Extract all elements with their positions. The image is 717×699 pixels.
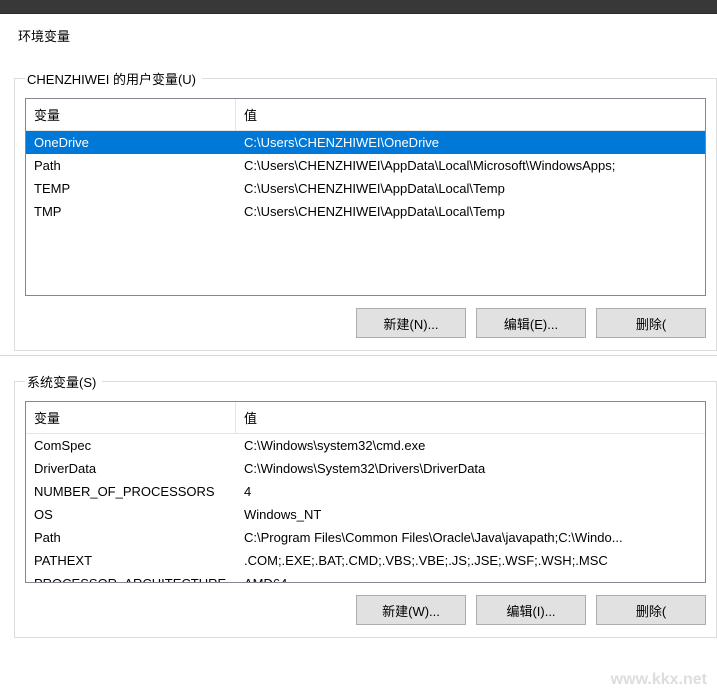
user-list-body: OneDriveC:\Users\CHENZHIWEI\OneDrivePath… — [26, 131, 705, 223]
table-row[interactable]: DriverDataC:\Windows\System32\Drivers\Dr… — [26, 457, 705, 480]
user-variables-group: CHENZHIWEI 的用户变量(U) 变量 值 OneDriveC:\User… — [14, 69, 717, 351]
system-list-header: 变量 值 — [26, 402, 705, 434]
window-titlebar — [0, 0, 717, 14]
system-variables-label: 系统变量(S) — [25, 372, 102, 391]
cell-variable: OneDrive — [26, 131, 236, 154]
system-list-body: ComSpecC:\Windows\system32\cmd.exeDriver… — [26, 434, 705, 583]
table-row[interactable]: PATHEXT.COM;.EXE;.BAT;.CMD;.VBS;.VBE;.JS… — [26, 549, 705, 572]
cell-variable: TEMP — [26, 177, 236, 200]
cell-variable: NUMBER_OF_PROCESSORS — [26, 480, 236, 503]
cell-value: C:\Users\CHENZHIWEI\AppData\Local\Temp — [236, 200, 705, 223]
cell-value: C:\Users\CHENZHIWEI\OneDrive — [236, 131, 705, 154]
user-header-value[interactable]: 值 — [236, 99, 705, 130]
table-row[interactable]: NUMBER_OF_PROCESSORS4 — [26, 480, 705, 503]
table-row[interactable]: OSWindows_NT — [26, 503, 705, 526]
cell-value: C:\Windows\system32\cmd.exe — [236, 434, 705, 457]
system-buttons-row: 新建(W)... 编辑(I)... 删除( — [25, 595, 706, 625]
watermark: www.kkx.net — [611, 671, 707, 689]
table-row[interactable]: PROCESSOR_ARCHITECTUREAMD64 — [26, 572, 705, 583]
user-buttons-row: 新建(N)... 编辑(E)... 删除( — [25, 308, 706, 338]
cell-variable: OS — [26, 503, 236, 526]
user-variables-list[interactable]: 变量 值 OneDriveC:\Users\CHENZHIWEI\OneDriv… — [25, 98, 706, 296]
window-title: 环境变量 — [14, 26, 717, 45]
cell-variable: DriverData — [26, 457, 236, 480]
cell-value: Windows_NT — [236, 503, 705, 526]
cell-value: C:\Program Files\Common Files\Oracle\Jav… — [236, 526, 705, 549]
cell-value: 4 — [236, 480, 705, 503]
system-header-value[interactable]: 值 — [236, 402, 705, 433]
dialog-body: 环境变量 CHENZHIWEI 的用户变量(U) 变量 值 OneDriveC:… — [0, 14, 717, 699]
user-list-header: 变量 值 — [26, 99, 705, 131]
table-row[interactable]: OneDriveC:\Users\CHENZHIWEI\OneDrive — [26, 131, 705, 154]
user-variables-label: CHENZHIWEI 的用户变量(U) — [25, 69, 202, 88]
system-variables-group: 系统变量(S) 变量 值 ComSpecC:\Windows\system32\… — [14, 372, 717, 638]
system-variables-list[interactable]: 变量 值 ComSpecC:\Windows\system32\cmd.exeD… — [25, 401, 706, 583]
table-row[interactable]: PathC:\Users\CHENZHIWEI\AppData\Local\Mi… — [26, 154, 705, 177]
cell-value: AMD64 — [236, 572, 705, 583]
table-row[interactable]: ComSpecC:\Windows\system32\cmd.exe — [26, 434, 705, 457]
cell-value: C:\Windows\System32\Drivers\DriverData — [236, 457, 705, 480]
cell-variable: Path — [26, 154, 236, 177]
system-header-variable[interactable]: 变量 — [26, 402, 236, 433]
table-row[interactable]: PathC:\Program Files\Common Files\Oracle… — [26, 526, 705, 549]
section-divider — [0, 355, 717, 356]
cell-variable: PROCESSOR_ARCHITECTURE — [26, 572, 236, 583]
table-row[interactable]: TEMPC:\Users\CHENZHIWEI\AppData\Local\Te… — [26, 177, 705, 200]
cell-variable: PATHEXT — [26, 549, 236, 572]
cell-variable: ComSpec — [26, 434, 236, 457]
user-edit-button[interactable]: 编辑(E)... — [476, 308, 586, 338]
user-delete-button[interactable]: 删除( — [596, 308, 706, 338]
user-header-variable[interactable]: 变量 — [26, 99, 236, 130]
user-new-button[interactable]: 新建(N)... — [356, 308, 466, 338]
system-new-button[interactable]: 新建(W)... — [356, 595, 466, 625]
cell-value: C:\Users\CHENZHIWEI\AppData\Local\Micros… — [236, 154, 705, 177]
table-row[interactable]: TMPC:\Users\CHENZHIWEI\AppData\Local\Tem… — [26, 200, 705, 223]
cell-value: .COM;.EXE;.BAT;.CMD;.VBS;.VBE;.JS;.JSE;.… — [236, 549, 705, 572]
cell-value: C:\Users\CHENZHIWEI\AppData\Local\Temp — [236, 177, 705, 200]
cell-variable: Path — [26, 526, 236, 549]
system-edit-button[interactable]: 编辑(I)... — [476, 595, 586, 625]
system-delete-button[interactable]: 删除( — [596, 595, 706, 625]
cell-variable: TMP — [26, 200, 236, 223]
